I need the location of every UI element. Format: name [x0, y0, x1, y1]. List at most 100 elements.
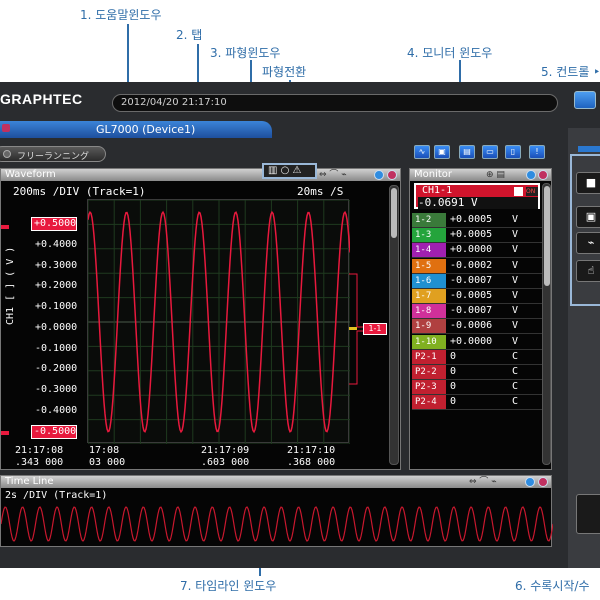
scroll-thumb[interactable] [544, 186, 550, 286]
monitor-value: 0 [450, 396, 457, 408]
time-label-sub: .603 000 [201, 457, 250, 468]
timeline-tool-icons[interactable]: ⇔ ⌒ ⌁ [469, 476, 497, 488]
tab-close-icon[interactable] [2, 124, 10, 132]
scroll-thumb[interactable] [391, 188, 397, 238]
monitor-value: 0 [450, 381, 457, 393]
left-red-marker-bottom [1, 431, 9, 435]
monitor-unit: V [512, 274, 519, 286]
monitor-unit: C [512, 350, 519, 362]
monitor-row[interactable]: 1-3 +0.0005 V [412, 228, 543, 244]
monitor-row[interactable]: P2-4 0 C [412, 395, 543, 411]
monitor-tool-icons[interactable]: ⊕ ▤ [486, 169, 505, 181]
control-display-button[interactable]: ▣ [576, 206, 600, 228]
waveform-tool-icons[interactable]: ⇔ ⌒ ⌁ [319, 169, 347, 181]
trigger-marker [349, 327, 357, 330]
control-blue-bar [578, 146, 600, 152]
monitor-unit: C [512, 381, 519, 393]
datetime-display: 2012/04/20 21:17:10 [121, 97, 227, 108]
monitor-row[interactable]: P2-2 0 C [412, 365, 543, 380]
monitor-unit: V [512, 335, 519, 347]
monitor-channel-id: 1-9 [412, 319, 446, 334]
monitor-value: -0.0005 [450, 290, 493, 301]
monitor-row[interactable]: 1-7 -0.0005 V [412, 289, 543, 304]
minimize-icon[interactable] [374, 170, 384, 180]
monitor-window: Monitor ⊕ ▤ CH1-1 ON -0.0691 V 1-2 +0.000… [409, 168, 552, 470]
callout-tab: 2. 탭 [176, 28, 203, 42]
y-max-label[interactable]: +0.5000 [31, 217, 77, 231]
timeline-scale: 2s /DIV (Track=1) [5, 490, 108, 501]
waveform-scale: 200ms /DIV (Track=1) [13, 185, 146, 198]
y-tick-label: -0.2000 [35, 363, 78, 375]
monitor-value: +0.0005 [450, 214, 493, 225]
y-min-label[interactable]: -0.5000 [31, 425, 77, 439]
free-running-button[interactable]: フリーランニング [0, 146, 106, 162]
pulse-icon[interactable]: ∿ [414, 145, 430, 159]
window-button[interactable] [574, 91, 596, 109]
file-icon[interactable]: ▯ [505, 145, 521, 159]
monitor-title: Monitor [414, 169, 453, 180]
device-tab[interactable]: GL7000 (Device1) [0, 121, 272, 138]
y-tick-label: +0.2000 [35, 280, 78, 292]
monitor-channel-id: 1-7 [412, 289, 446, 303]
info-icon[interactable]: ! [529, 145, 545, 159]
monitor-header: Monitor ⊕ ▤ [410, 169, 551, 181]
wave-switch-icons[interactable]: ▥ ○ ⚠ [268, 165, 302, 176]
timeline-svg[interactable] [1, 502, 553, 546]
monitor-value: +0.0000 [450, 244, 493, 256]
y-tick-label: -0.1000 [35, 342, 78, 354]
monitor-row[interactable]: 1-8 -0.0007 V [412, 304, 543, 320]
monitor-unit: V [512, 244, 519, 256]
waveform-scrollbar[interactable] [389, 185, 399, 465]
monitor-row[interactable]: 1-4 +0.0000 V [412, 243, 543, 259]
control-stop-button[interactable]: ■ [576, 172, 600, 194]
monitor-unit: V [512, 290, 519, 301]
monitor-row[interactable]: P2-3 0 C [412, 380, 543, 396]
monitor-value: 0 [450, 350, 457, 362]
monitor-value: -0.0002 [450, 259, 493, 271]
help-window-bar[interactable]: 2012/04/20 21:17:10 [112, 94, 558, 112]
monitor-channel-id: 1-6 [412, 273, 446, 288]
close-icon[interactable] [387, 170, 397, 180]
monitor-selected-channel[interactable]: CH1-1 ON -0.0691 V [414, 183, 540, 209]
control-hand-button[interactable]: ☝ [576, 260, 600, 282]
brand-logo: GRAPHTEC [0, 91, 83, 107]
monitor-icon[interactable]: ▭ [482, 145, 498, 159]
minimize-icon[interactable] [525, 477, 535, 487]
radio-icon [3, 150, 11, 158]
monitor-row[interactable]: 1-9 -0.0006 V [412, 319, 543, 335]
y-tick-label: -0.4000 [35, 404, 78, 416]
control-window: ■ ▣ ⌁ ☝ [568, 128, 600, 568]
monitor-unit: V [512, 214, 519, 225]
time-label: 21:17:09 [201, 445, 250, 456]
monitor-value: -0.0007 [450, 305, 493, 317]
channel-marker[interactable]: 1-1 [363, 323, 387, 335]
record-icon[interactable]: ▣ [434, 145, 450, 159]
display-icon[interactable]: ▤ [459, 145, 475, 159]
monitor-row[interactable]: 1-5 -0.0002 V [412, 258, 543, 274]
waveform-plot[interactable] [87, 199, 351, 445]
monitor-channel-id: P2-2 [412, 365, 446, 379]
y-tick-label: -0.3000 [35, 383, 78, 395]
monitor-row[interactable]: 1-10 +0.0000 V [412, 334, 543, 350]
record-start-button[interactable] [576, 494, 600, 534]
close-icon[interactable] [538, 170, 548, 180]
monitor-value: 0 [450, 366, 457, 377]
monitor-row[interactable]: 1-6 -0.0007 V [412, 273, 543, 289]
close-icon[interactable] [538, 477, 548, 487]
monitor-row[interactable]: 1-2 +0.0005 V [412, 213, 543, 228]
monitor-scrollbar[interactable] [542, 183, 551, 465]
monitor-value: +0.0005 [450, 229, 493, 241]
waveform-right-scale: 20ms /S [297, 185, 344, 198]
monitor-unit: V [512, 320, 519, 332]
control-wave-button[interactable]: ⌁ [576, 232, 600, 254]
callout-control-window: 5. 컨트롤 ‣ [541, 65, 600, 79]
monitor-channel-id: 1-10 [412, 334, 446, 349]
wave-switch-group[interactable]: ▥ ○ ⚠ [262, 163, 317, 179]
time-label: 17:08 [89, 445, 120, 456]
monitor-value: +0.0000 [450, 335, 493, 347]
minimize-icon[interactable] [526, 170, 536, 180]
monitor-row[interactable]: P2-1 0 C [412, 349, 543, 365]
channel-value: -0.0691 V [418, 197, 538, 209]
y-tick-label: +0.1000 [35, 301, 78, 313]
callout-timeline-window: 7. 타임라인 윈도우 [180, 579, 277, 593]
